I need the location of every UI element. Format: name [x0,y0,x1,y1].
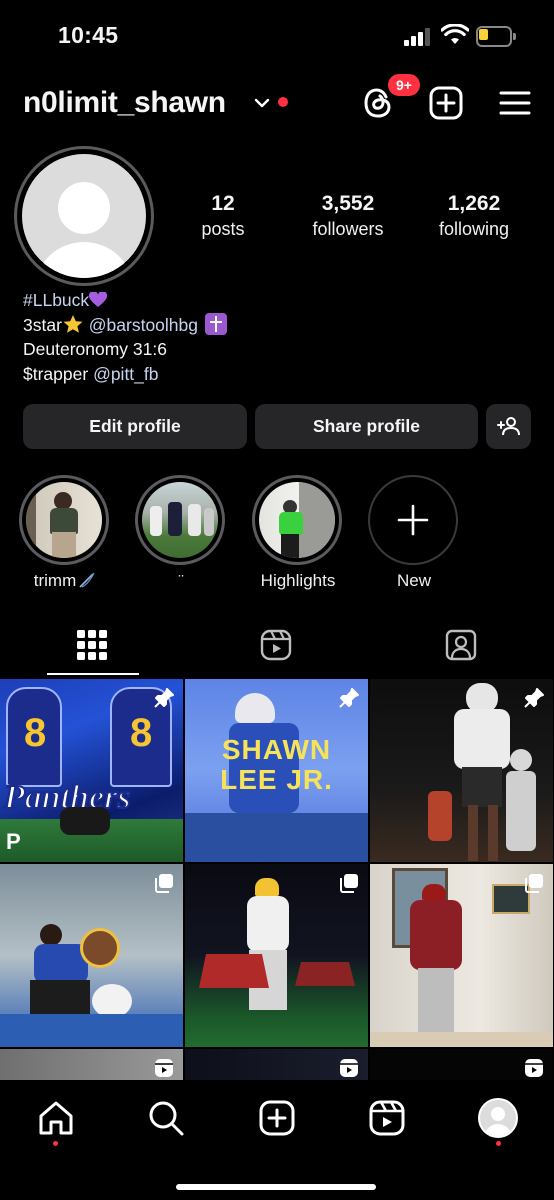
profile-bio: #LLbuck 3star @barstoolhbg Deuteronomy 3… [23,288,227,386]
highlight-label: trimm [19,571,111,591]
highlight-cover [259,482,335,558]
reels-icon[interactable] [367,1098,407,1138]
status-bar: 10:45 [0,0,554,70]
new-content-dot [278,97,288,107]
wifi-icon [441,24,469,44]
search-icon[interactable] [146,1098,186,1138]
highlight-item[interactable]: Highlights [252,475,344,591]
share-profile-button[interactable]: Share profile [255,404,478,449]
bio-mention-pitt[interactable]: @pitt_fb [93,364,158,384]
highlight-label: ̈ [135,571,227,591]
bio-line2-text: 3star [23,314,62,335]
pinned-icon [339,688,359,708]
post-thumbnail[interactable] [370,1049,553,1082]
post-thumbnail[interactable]: 8 8 Panthers P [0,679,183,862]
new-highlight-button[interactable]: New [368,475,460,591]
following-number: 1,262 [447,192,501,215]
post-thumbnail[interactable]: SHAWN LEE JR. [185,679,368,862]
edit-profile-button[interactable]: Edit profile [23,404,247,449]
posts-number: 12 [211,192,235,215]
home-indicator [176,1184,376,1190]
bio-mention-barstool[interactable]: @barstoolhbg [89,315,198,335]
pinned-icon [154,688,174,708]
followers-number: 3,552 [321,192,375,215]
plus-icon [397,504,429,536]
highlight-cover [142,482,218,558]
highlight-item[interactable]: ̈ [135,475,227,591]
create-icon[interactable] [427,84,465,122]
followers-count[interactable]: 3,552 followers [298,192,398,240]
highlight-cover [26,482,102,558]
username-switcher[interactable]: n0limit_shawn [23,86,226,120]
highlight-item[interactable]: trimm [19,475,111,591]
status-time: 10:45 [58,22,119,48]
followers-label: followers [312,219,384,239]
pinned-icon [524,688,544,708]
post-text-line1: SHAWN [221,734,332,765]
home-icon[interactable] [36,1098,76,1138]
profile-activity-dot [496,1141,501,1146]
reel-icon [340,1059,358,1077]
profile-tabs [0,620,554,676]
reels-tab-icon[interactable] [259,628,293,662]
home-activity-dot [53,1141,58,1146]
post-thumbnail[interactable] [185,1049,368,1082]
bio-line3: Deuteronomy 31:6 [23,339,167,359]
reel-icon [525,1059,543,1077]
cellular-signal-icon [404,28,434,46]
highlight-label: New [396,571,431,590]
carousel-icon [155,874,173,893]
post-thumbnail[interactable] [0,864,183,1047]
purple-heart-icon [89,292,108,307]
posts-label: posts [201,219,245,239]
add-user-icon [497,417,520,436]
latin-cross-icon [204,312,227,335]
profile-avatar-tab[interactable] [478,1098,518,1138]
post-text-line2: LEE JR. [220,764,333,795]
bio-line4-text: $trapper [23,363,89,384]
profile-header: n0limit_shawn 9+ [0,72,554,134]
create-post-icon[interactable] [257,1098,297,1138]
reel-icon [155,1059,173,1077]
avatar[interactable] [22,154,146,278]
bio-hashtag[interactable]: #LLbuck [23,290,89,310]
notification-badge[interactable]: 9+ [386,72,422,98]
battery-icon [476,26,516,47]
post-thumbnail[interactable] [185,864,368,1047]
highlight-label: Highlights [260,571,336,590]
bottom-navigation [0,1080,554,1200]
post-thumbnail[interactable] [0,1049,183,1082]
post-thumbnail[interactable] [370,864,553,1047]
following-count[interactable]: 1,262 following [424,192,524,240]
posts-count: 12 posts [183,192,263,240]
post-thumbnail[interactable] [370,679,553,862]
grid-tab-icon[interactable] [75,628,109,662]
needle-thread-icon [79,572,95,588]
carousel-icon [340,874,358,893]
discover-people-button[interactable] [486,404,531,449]
active-tab-indicator [47,673,139,675]
chevron-down-icon[interactable] [253,94,271,112]
star-icon [63,314,83,333]
tagged-tab-icon[interactable] [444,628,478,662]
menu-icon[interactable] [496,84,534,122]
carousel-icon [525,874,543,893]
following-label: following [438,219,510,239]
